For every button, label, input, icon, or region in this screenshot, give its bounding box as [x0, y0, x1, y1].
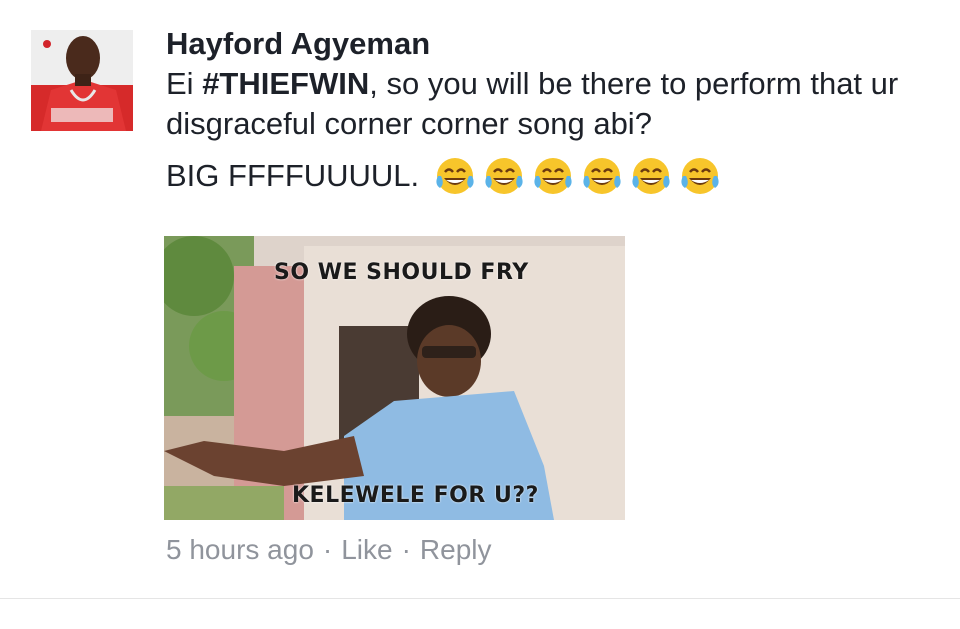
face-with-tears-of-joy-emoji: [632, 158, 670, 194]
face-with-tears-of-joy-emoji: [583, 158, 621, 194]
comment-text-line2: BIG FFFFUUUUL.: [166, 154, 946, 198]
comment-content: Hayford Agyeman Ei #THIEFWIN, so you wil…: [166, 24, 946, 198]
comment-text: Ei #THIEFWIN, so you will be there to pe…: [166, 64, 946, 144]
reply-button[interactable]: Reply: [420, 533, 492, 567]
face-with-tears-of-joy-emoji: [436, 158, 474, 194]
face-with-tears-of-joy-emoji: [534, 158, 572, 194]
separator-dot: ·: [401, 534, 411, 565]
meme-caption-bottom: KELEWELE FOR U??: [292, 483, 539, 508]
comment-image-attachment[interactable]: SO WE SHOULD FRY KELEWELE FOR U??: [164, 236, 625, 520]
comment: Hayford Agyeman Ei #THIEFWIN, so you wil…: [0, 0, 960, 598]
comment-text-line2-label: BIG FFFFUUUUL.: [166, 158, 420, 193]
divider: [0, 598, 960, 599]
avatar-image: [31, 30, 133, 131]
author-name[interactable]: Hayford Agyeman: [166, 24, 946, 64]
face-with-tears-of-joy-emoji: [681, 158, 719, 194]
comment-text-prefix: Ei: [166, 66, 203, 101]
meme-caption-top: SO WE SHOULD FRY: [274, 260, 529, 285]
like-button[interactable]: Like: [341, 533, 392, 567]
emoji-row: [433, 154, 727, 198]
separator-dot: ·: [322, 534, 333, 565]
hashtag-link[interactable]: #THIEFWIN: [202, 66, 369, 101]
timestamp[interactable]: 5 hours ago: [166, 533, 314, 567]
comment-meta: 5 hours ago · Like · Reply: [166, 533, 492, 567]
face-with-tears-of-joy-emoji: [485, 158, 523, 194]
avatar[interactable]: [31, 30, 133, 131]
